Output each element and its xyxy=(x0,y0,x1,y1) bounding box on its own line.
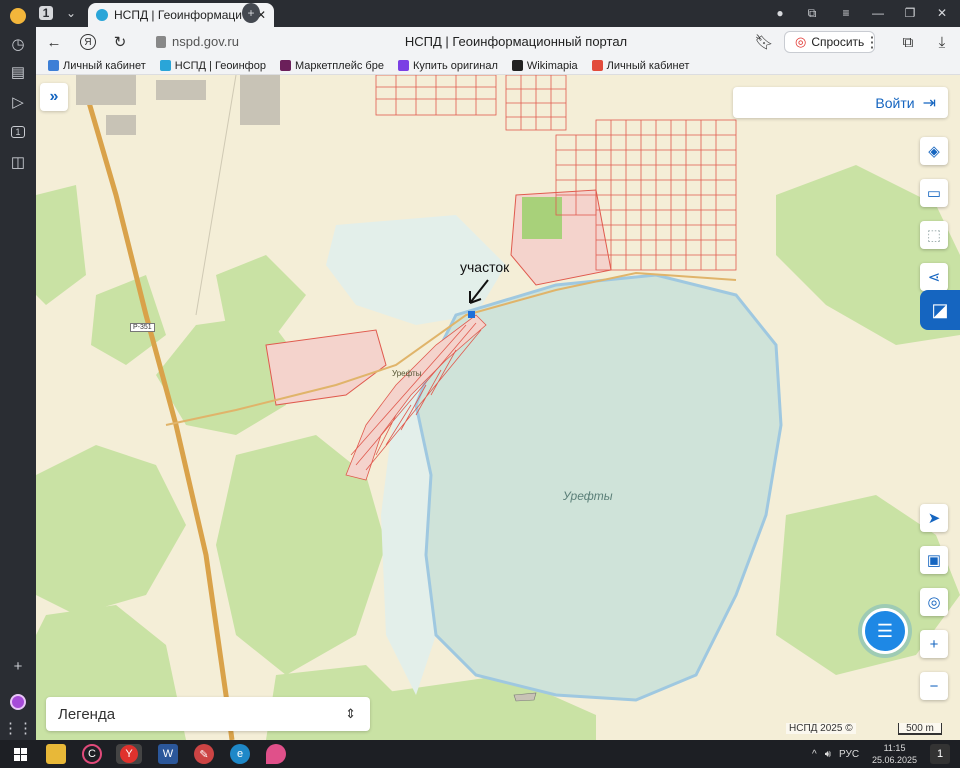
language-indicator[interactable]: РУС xyxy=(839,749,859,760)
clock-date: 25.06.2025 xyxy=(872,755,918,765)
expand-sidebar-button[interactable]: » xyxy=(40,83,68,111)
layers-icon[interactable]: ◈ xyxy=(920,137,948,165)
map-attribution: НСПД 2025 © xyxy=(786,723,856,734)
bookmark-item[interactable]: НСПД | Геоинфор xyxy=(159,60,266,72)
minimize-button[interactable]: — xyxy=(868,3,888,23)
ask-label: Спросить xyxy=(811,35,865,49)
video-icon[interactable]: ▷ xyxy=(6,90,30,114)
clock[interactable]: 11:15 25.06.2025 xyxy=(872,742,917,766)
road-shield: Р-351 xyxy=(130,323,155,332)
app-c-icon[interactable]: C xyxy=(82,744,102,764)
chevron-updown-icon: ⇕ xyxy=(345,706,356,721)
edge-icon[interactable]: e xyxy=(230,744,250,764)
lake-label: Урефты xyxy=(563,489,613,503)
extensions-icon[interactable]: ⧉ xyxy=(898,32,918,52)
file-explorer-icon[interactable] xyxy=(46,744,66,764)
select-area-icon[interactable]: ⬚ xyxy=(920,221,948,249)
notifications-icon[interactable]: 1 xyxy=(930,744,950,764)
tabs-counter-icon[interactable]: 1 xyxy=(6,120,30,144)
paint-icon[interactable]: ✎ xyxy=(194,744,214,764)
windows-start-icon[interactable] xyxy=(10,744,30,764)
zoom-out-button[interactable]: − xyxy=(920,672,948,700)
browser-logo-icon[interactable] xyxy=(6,4,30,28)
legend-label: Легенда xyxy=(58,705,116,723)
login-icon: ⇥ xyxy=(922,94,936,112)
url-field[interactable]: nspd.gov.ru xyxy=(156,34,239,49)
nspd-favicon-icon xyxy=(96,9,108,21)
navigation-arrow-icon[interactable]: ➤ xyxy=(920,504,948,532)
share-icon[interactable]: ⋖ xyxy=(920,263,948,291)
tray-chevron-icon[interactable]: ^ xyxy=(812,749,817,760)
map-canvas[interactable]: Урефты Урефты участок Р-351 » Войти ⇥ ◈ … xyxy=(36,75,960,740)
chevron-down-icon[interactable]: ⌄ xyxy=(63,3,79,23)
url-text: nspd.gov.ru xyxy=(172,34,239,49)
maximize-button[interactable]: ❐ xyxy=(900,3,920,23)
login-button[interactable]: Войти ⇥ xyxy=(733,87,948,118)
reload-icon[interactable]: ↻ xyxy=(110,32,130,52)
yandex-browser-icon[interactable]: Y xyxy=(116,744,142,764)
village-label: Урефты xyxy=(392,369,422,378)
back-icon[interactable]: ← xyxy=(44,32,64,52)
app-panel-button[interactable]: ◪ xyxy=(920,290,960,330)
close-window-button[interactable]: ✕ xyxy=(932,3,952,23)
tab-counter-button[interactable]: 1 xyxy=(36,3,56,23)
bookmark-item[interactable]: Купить оригинал xyxy=(397,60,498,72)
bookmark-item[interactable]: Wikimapia xyxy=(511,60,578,72)
target-parcel xyxy=(468,311,475,318)
bookmark-item[interactable]: Личный кабинет xyxy=(48,60,146,72)
address-bar: ← Я ↻ nspd.gov.ru НСПД | Геоинформационн… xyxy=(36,27,960,57)
bookmark-favicon-icon xyxy=(511,60,523,71)
bookmark-item[interactable]: Личный кабинет xyxy=(591,60,689,72)
bookmarks-bar: Личный кабинет НСПД | Геоинфор Маркетпле… xyxy=(36,57,960,75)
bookmark-favicon-icon xyxy=(591,60,603,71)
yandex-icon[interactable]: Я xyxy=(78,32,98,52)
add-panel-icon[interactable]: + xyxy=(6,654,30,678)
more-menu-icon[interactable]: ⋮ xyxy=(862,32,882,52)
apps-grid-icon[interactable]: ⋮⋮ xyxy=(3,716,33,740)
lock-icon xyxy=(156,35,166,48)
chat-button[interactable]: ☰ xyxy=(862,608,908,654)
tab-title: НСПД | Геоинформаци xyxy=(114,8,242,22)
bookmark-favicon-icon xyxy=(279,60,291,71)
legend-dropdown[interactable]: Легенда ⇕ xyxy=(46,697,370,731)
profile-icon[interactable]: ● xyxy=(770,3,790,23)
browser-sidebar: ◷ ▤ ▷ 1 ◫ + ⋮⋮ xyxy=(0,0,36,740)
bookmark-favicon-icon xyxy=(48,60,59,71)
history-icon[interactable]: ◷ xyxy=(6,32,30,56)
zoom-in-button[interactable]: + xyxy=(920,630,948,658)
tab-bar: 1 ⌄ НСПД | Геоинформаци ✕ + ● ⧉ ≡ — ❐ ✕ xyxy=(36,0,960,27)
ask-icon: ◎ xyxy=(795,34,807,49)
geolocation-icon[interactable]: ◎ xyxy=(920,588,948,616)
screenshot-icon[interactable]: ◫ xyxy=(6,150,30,174)
menu-icon[interactable]: ≡ xyxy=(836,3,856,23)
bookmark-item[interactable]: Маркетплейс бре xyxy=(279,60,384,72)
new-tab-button[interactable]: + xyxy=(242,3,260,23)
print-area-icon[interactable]: ▣ xyxy=(920,546,948,574)
plot-annotation-label: участок xyxy=(460,259,510,275)
clock-time: 11:15 xyxy=(883,743,906,753)
map-layer xyxy=(36,75,960,740)
bookmark-favicon-icon xyxy=(159,60,171,71)
buildings-nw xyxy=(76,75,280,135)
bookmark-icon[interactable]: 🔖︎ xyxy=(754,32,774,52)
bookmark-favicon-icon xyxy=(397,60,409,71)
bookmark-manager-icon[interactable]: ⧉ xyxy=(802,3,822,23)
windows-taskbar: C Y W ✎ e ^ 🔊︎ РУС 11:15 25.06.2025 1 xyxy=(0,740,960,768)
scale-bar: 500 m xyxy=(898,723,942,735)
system-tray: ^ 🔊︎ РУС xyxy=(812,740,859,768)
collections-icon[interactable]: ▤ xyxy=(6,60,30,84)
volume-icon[interactable]: 🔊︎ xyxy=(825,749,831,760)
panel-logo-icon: ◪ xyxy=(931,299,949,320)
ruler-icon[interactable]: ▭ xyxy=(920,179,948,207)
page-title: НСПД | Геоинформационный портал xyxy=(404,34,628,49)
chat-icon: ☰ xyxy=(876,620,894,641)
login-label: Войти xyxy=(875,94,915,111)
alice-icon[interactable] xyxy=(6,690,30,714)
word-icon[interactable]: W xyxy=(158,744,178,764)
download-icon[interactable]: ⤓ xyxy=(932,32,952,52)
drop-app-icon[interactable] xyxy=(266,744,286,764)
